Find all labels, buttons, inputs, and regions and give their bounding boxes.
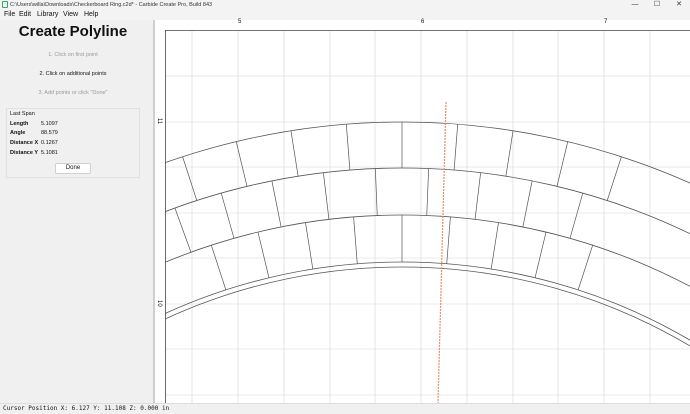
tool-panel: Create Polyline 1. Click on first point …: [0, 20, 153, 403]
segment-divider: [353, 216, 358, 264]
distance-x-label: Distance X: [10, 140, 39, 146]
segment-divider: [474, 172, 481, 220]
segment-divider: [606, 156, 622, 201]
menu-edit[interactable]: Edit: [19, 10, 31, 20]
ruler-y-label-10: 10: [156, 300, 162, 307]
segment-divider: [426, 168, 429, 216]
segment-divider: [220, 192, 235, 239]
panel-title: Create Polyline: [18, 23, 128, 40]
segment-divider: [505, 130, 514, 177]
design-canvas[interactable]: 5 6 7 11 10: [155, 19, 690, 403]
ruler-x-label-7: 7: [604, 19, 608, 25]
distance-y-label: Distance Y: [10, 150, 39, 156]
status-bar: Cursor Position X: 6.127 Y: 11.108 Z: 0.…: [0, 403, 690, 414]
segment-divider: [490, 222, 499, 270]
menu-file[interactable]: File: [4, 10, 15, 20]
menu-view[interactable]: View: [63, 10, 78, 20]
top-ruler: 5 6 7: [155, 19, 690, 30]
canvas-drawing[interactable]: [155, 20, 690, 403]
segment-divider: [345, 124, 351, 171]
segment-divider: [446, 216, 451, 264]
window-title: C:\Users\willa\Downloads\Checkerboard Ri…: [10, 2, 213, 8]
menu-library[interactable]: Library: [37, 10, 58, 20]
segment-divider: [257, 231, 270, 278]
segment-divider: [182, 156, 198, 201]
minimize-button[interactable]: —: [624, 0, 646, 10]
segment-divider: [305, 222, 314, 270]
title-bar: C:\Users\willa\Downloads\Checkerboard Ri…: [0, 0, 690, 10]
segment-divider: [211, 245, 227, 291]
ring-arc: [155, 167, 690, 235]
ring-arc: [155, 214, 690, 287]
segment-divider: [569, 192, 584, 239]
ring-arc: [155, 261, 690, 341]
ruler-y-label-11: 11: [156, 118, 162, 125]
segment-divider: [290, 130, 299, 177]
segment-divider: [577, 245, 593, 291]
step-3: 3. Add points or click "Done": [38, 90, 108, 96]
length-value: 5.1097: [41, 121, 58, 127]
maximize-button[interactable]: ☐: [646, 0, 668, 10]
segment-divider: [323, 172, 330, 220]
left-ruler: 11 10: [155, 30, 165, 403]
ruler-x-label-6: 6: [421, 19, 425, 25]
segment-divider: [534, 231, 547, 278]
segment-divider: [556, 141, 569, 187]
app-icon: [2, 1, 8, 8]
angle-value: 88.579: [41, 130, 58, 136]
angle-label: Angle: [10, 130, 26, 136]
close-button[interactable]: ✕: [668, 0, 690, 10]
menu-bar: File Edit Library View Help: [0, 10, 690, 20]
step-2: 2. Click on additional points: [39, 71, 107, 77]
last-span-caption: Last Span: [10, 111, 35, 117]
done-button[interactable]: Done: [55, 163, 91, 174]
ruler-x-label-5: 5: [238, 19, 242, 25]
segment-divider: [174, 207, 192, 253]
segment-divider: [375, 168, 378, 216]
step-1: 1. Click on first point: [48, 52, 98, 58]
distance-y-value: 5.1081: [41, 150, 58, 156]
cursor-position: Cursor Position X: 6.127 Y: 11.108 Z: 0.…: [3, 405, 170, 412]
distance-x-value: 0.1267: [41, 140, 58, 146]
length-label: Length: [10, 121, 29, 127]
segment-divider: [522, 180, 533, 228]
ring-arc: [155, 266, 690, 347]
segment-divider: [271, 180, 282, 228]
active-polyline: [437, 101, 447, 403]
ring-arc: [155, 121, 690, 184]
segment-divider: [453, 124, 459, 171]
menu-help[interactable]: Help: [84, 10, 98, 20]
